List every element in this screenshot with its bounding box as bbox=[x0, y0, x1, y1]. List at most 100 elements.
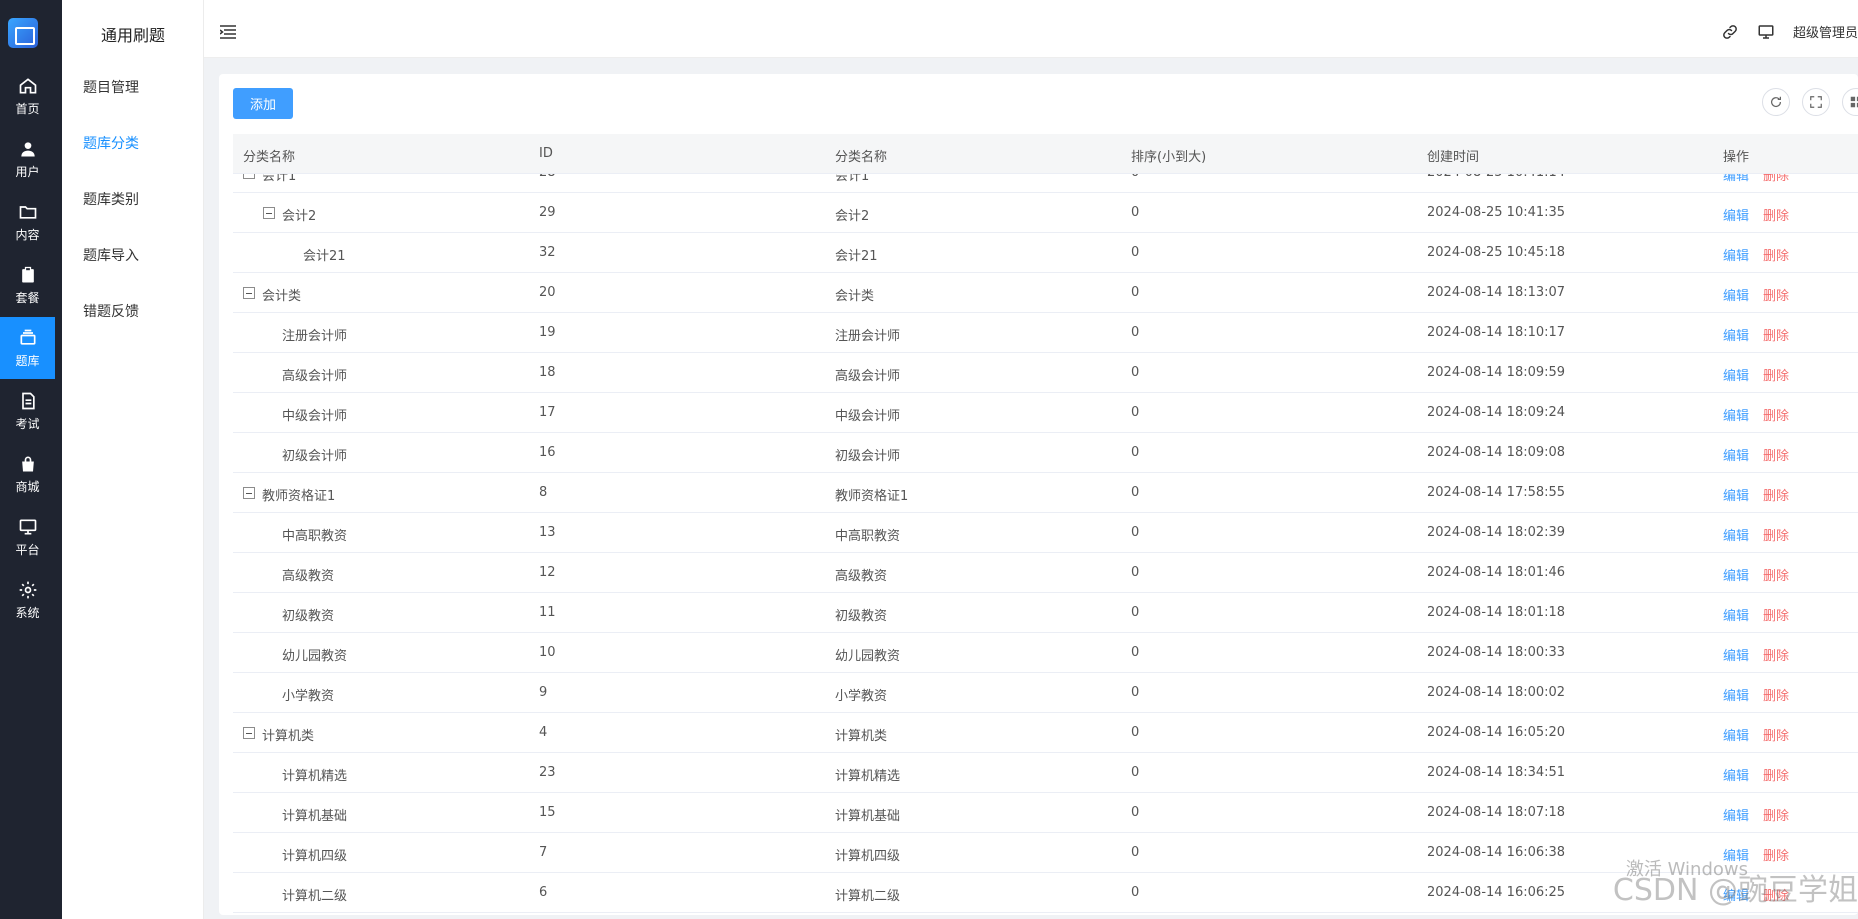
delete-link[interactable]: 删除 bbox=[1763, 605, 1789, 624]
table-row: 计算机基础 15 计算机基础 0 2024-08-14 18:07:18 编辑 删除 bbox=[233, 793, 1858, 833]
cell-name: 计算机基础 bbox=[282, 809, 348, 824]
edit-link[interactable]: 编辑 bbox=[1723, 285, 1749, 304]
cell-sort: 0 bbox=[1131, 645, 1140, 660]
cell-id: 13 bbox=[539, 525, 556, 540]
delete-link[interactable]: 删除 bbox=[1763, 685, 1789, 704]
edit-link[interactable]: 编辑 bbox=[1723, 725, 1749, 744]
fullscreen-button[interactable] bbox=[1802, 88, 1830, 116]
delete-link[interactable]: 删除 bbox=[1763, 285, 1789, 304]
delete-link[interactable]: 删除 bbox=[1763, 765, 1789, 784]
rail-item-document[interactable]: 考试 bbox=[0, 380, 55, 442]
delete-link[interactable]: 删除 bbox=[1763, 365, 1789, 384]
collapse-icon[interactable] bbox=[243, 727, 255, 739]
delete-link[interactable]: 删除 bbox=[1763, 525, 1789, 544]
edit-link[interactable]: 编辑 bbox=[1723, 565, 1749, 584]
collapse-icon[interactable] bbox=[243, 174, 255, 179]
delete-link[interactable]: 删除 bbox=[1763, 445, 1789, 464]
delete-link[interactable]: 删除 bbox=[1763, 565, 1789, 584]
sub-menu-item[interactable]: 题库导入 bbox=[83, 245, 139, 265]
add-button[interactable]: 添加 bbox=[233, 88, 293, 119]
rail-item-label: 套餐 bbox=[15, 290, 40, 305]
link-icon[interactable] bbox=[1721, 23, 1739, 41]
table-row: 小学教资 9 小学教资 0 2024-08-14 18:00:02 编辑 删除 bbox=[233, 673, 1858, 713]
table-row: 高级会计师 18 高级会计师 0 2024-08-14 18:09:59 编辑 删除 bbox=[233, 353, 1858, 393]
header-created-time[interactable]: 创建时间 bbox=[1427, 146, 1479, 165]
cell-name: 会计类 bbox=[262, 289, 302, 304]
cell-id: 29 bbox=[539, 205, 556, 220]
delete-link[interactable]: 删除 bbox=[1763, 725, 1789, 744]
cell-name: 计算机四级 bbox=[282, 849, 348, 864]
rail-item-label: 用户 bbox=[15, 164, 40, 179]
edit-link[interactable]: 编辑 bbox=[1723, 405, 1749, 424]
edit-link[interactable]: 编辑 bbox=[1723, 765, 1749, 784]
rail-item-monitor[interactable]: 平台 bbox=[0, 506, 55, 568]
edit-link[interactable]: 编辑 bbox=[1723, 685, 1749, 704]
monitor-icon bbox=[19, 519, 36, 534]
sub-menu-item[interactable]: 题库分类 bbox=[83, 133, 139, 153]
collapse-icon[interactable] bbox=[263, 207, 275, 219]
rail-item-label: 首页 bbox=[15, 101, 40, 116]
rail-item-gear[interactable]: 系统 bbox=[0, 569, 55, 631]
delete-link[interactable]: 删除 bbox=[1763, 645, 1789, 664]
cell-sort: 0 bbox=[1131, 685, 1140, 700]
header-sort[interactable]: 排序(小到大) bbox=[1131, 146, 1206, 165]
cell-name: 中级会计师 bbox=[282, 409, 348, 424]
refresh-button[interactable] bbox=[1762, 88, 1790, 116]
header-name[interactable]: 分类名称 bbox=[243, 146, 295, 165]
cell-sort: 0 bbox=[1131, 325, 1140, 340]
table-header: 分类名称 ID 分类名称 排序(小到大) 创建时间 操作 bbox=[233, 134, 1858, 174]
delete-link[interactable]: 删除 bbox=[1763, 205, 1789, 224]
cell-sort: 0 bbox=[1131, 805, 1140, 820]
cell-name: 计算机精选 bbox=[282, 769, 348, 784]
rail-item-layers[interactable]: 题库 bbox=[0, 317, 55, 379]
rail-item-shopping-bag[interactable]: 商城 bbox=[0, 443, 55, 505]
edit-link[interactable]: 编辑 bbox=[1723, 325, 1749, 344]
edit-link[interactable]: 编辑 bbox=[1723, 485, 1749, 504]
cell-sort: 0 bbox=[1131, 605, 1140, 620]
edit-link[interactable]: 编辑 bbox=[1723, 645, 1749, 664]
collapse-icon[interactable] bbox=[243, 287, 255, 299]
edit-link[interactable]: 编辑 bbox=[1723, 605, 1749, 624]
columns-button[interactable] bbox=[1842, 88, 1858, 116]
delete-link[interactable]: 删除 bbox=[1763, 485, 1789, 504]
cell-sort: 0 bbox=[1131, 174, 1139, 180]
menu-fold-icon[interactable] bbox=[220, 25, 236, 39]
cell-category-name: 计算机基础 bbox=[835, 809, 901, 824]
cell-name: 计算机类 bbox=[262, 729, 315, 744]
rail-item-folder[interactable]: 内容 bbox=[0, 191, 55, 253]
delete-link[interactable]: 删除 bbox=[1763, 325, 1789, 344]
rail-item-home[interactable]: 首页 bbox=[0, 65, 55, 127]
edit-link[interactable]: 编辑 bbox=[1723, 174, 1749, 184]
edit-link[interactable]: 编辑 bbox=[1723, 365, 1749, 384]
sub-menu-item[interactable]: 错题反馈 bbox=[83, 301, 139, 321]
cell-name: 会计21 bbox=[303, 249, 346, 264]
edit-link[interactable]: 编辑 bbox=[1723, 525, 1749, 544]
cell-id: 11 bbox=[539, 605, 556, 620]
delete-link[interactable]: 删除 bbox=[1763, 845, 1789, 864]
edit-link[interactable]: 编辑 bbox=[1723, 805, 1749, 824]
delete-link[interactable]: 删除 bbox=[1763, 245, 1789, 264]
header-id[interactable]: ID bbox=[539, 146, 553, 161]
collapse-icon[interactable] bbox=[243, 487, 255, 499]
rail-item-label: 商城 bbox=[15, 479, 40, 494]
sub-sidebar-title: 通用刷题 bbox=[100, 26, 165, 45]
user-name[interactable]: 超级管理员 bbox=[1793, 22, 1858, 41]
delete-link[interactable]: 删除 bbox=[1763, 174, 1789, 184]
clipboard-icon bbox=[21, 266, 34, 282]
cell-id: 23 bbox=[539, 765, 556, 780]
sub-menu-item[interactable]: 题目管理 bbox=[83, 77, 139, 97]
edit-link[interactable]: 编辑 bbox=[1723, 445, 1749, 464]
cell-category-name: 计算机类 bbox=[835, 729, 888, 744]
header-category-name[interactable]: 分类名称 bbox=[835, 146, 887, 165]
edit-link[interactable]: 编辑 bbox=[1723, 205, 1749, 224]
content-card: 添加 分类名称 ID 分类名称 排序(小到大) 创建时间 操作 会计128会计1… bbox=[219, 74, 1858, 915]
delete-link[interactable]: 删除 bbox=[1763, 405, 1789, 424]
rail-item-label: 题库 bbox=[15, 353, 40, 368]
cell-sort: 0 bbox=[1131, 445, 1140, 460]
rail-item-user[interactable]: 用户 bbox=[0, 128, 55, 190]
edit-link[interactable]: 编辑 bbox=[1723, 245, 1749, 264]
delete-link[interactable]: 删除 bbox=[1763, 805, 1789, 824]
monitor-icon[interactable] bbox=[1757, 23, 1775, 41]
sub-menu-item[interactable]: 题库类别 bbox=[83, 189, 139, 209]
rail-item-clipboard[interactable]: 套餐 bbox=[0, 254, 55, 316]
